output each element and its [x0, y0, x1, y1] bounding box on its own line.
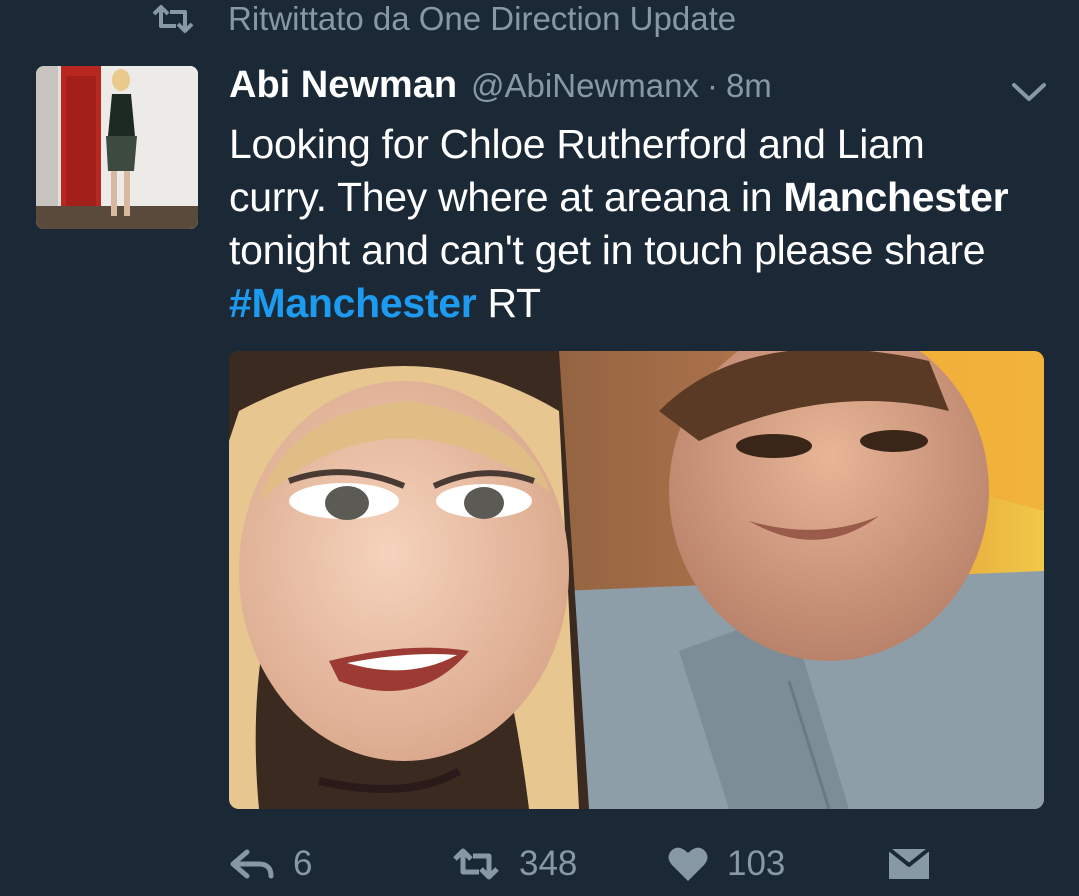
chevron-down-icon[interactable] — [1010, 80, 1048, 104]
tweet-media-photo[interactable] — [229, 351, 1044, 809]
tweet-text-part2: tonight and can't get in touch please sh… — [229, 227, 986, 273]
like-count: 103 — [727, 844, 786, 883]
reply-count: 6 — [293, 844, 313, 883]
retweet-context-text[interactable]: Ritwittato da One Direction Update — [228, 0, 736, 38]
hashtag-link[interactable]: #Manchester — [229, 280, 477, 326]
retweet-icon — [150, 4, 196, 34]
direct-message-button[interactable] — [887, 838, 949, 890]
reply-icon — [230, 849, 274, 879]
heart-icon — [668, 847, 708, 881]
retweet-context: Ritwittato da One Direction Update — [150, 0, 736, 38]
tweet-actions: 6 348 103 — [229, 838, 1044, 890]
header-separator: · — [706, 67, 718, 104]
tweet-text-bold-location: Manchester — [783, 174, 1009, 220]
tweet-header: Abi Newman @AbiNewmanx · 8m — [229, 64, 772, 112]
retweet-button[interactable]: 348 — [451, 838, 577, 890]
like-button[interactable]: 103 — [667, 838, 785, 890]
display-name[interactable]: Abi Newman — [229, 64, 457, 107]
tweet-text: Looking for Chloe Rutherford and Liam cu… — [229, 118, 1029, 330]
avatar[interactable] — [36, 66, 198, 229]
tweet-timestamp[interactable]: 8m — [726, 67, 772, 105]
tweet-text-part3: RT — [476, 280, 541, 326]
user-handle[interactable]: @AbiNewmanx — [471, 67, 699, 105]
envelope-icon — [887, 847, 931, 879]
retweet-count: 348 — [519, 844, 578, 883]
reply-button[interactable]: 6 — [229, 838, 312, 890]
retweet-icon — [453, 848, 499, 880]
